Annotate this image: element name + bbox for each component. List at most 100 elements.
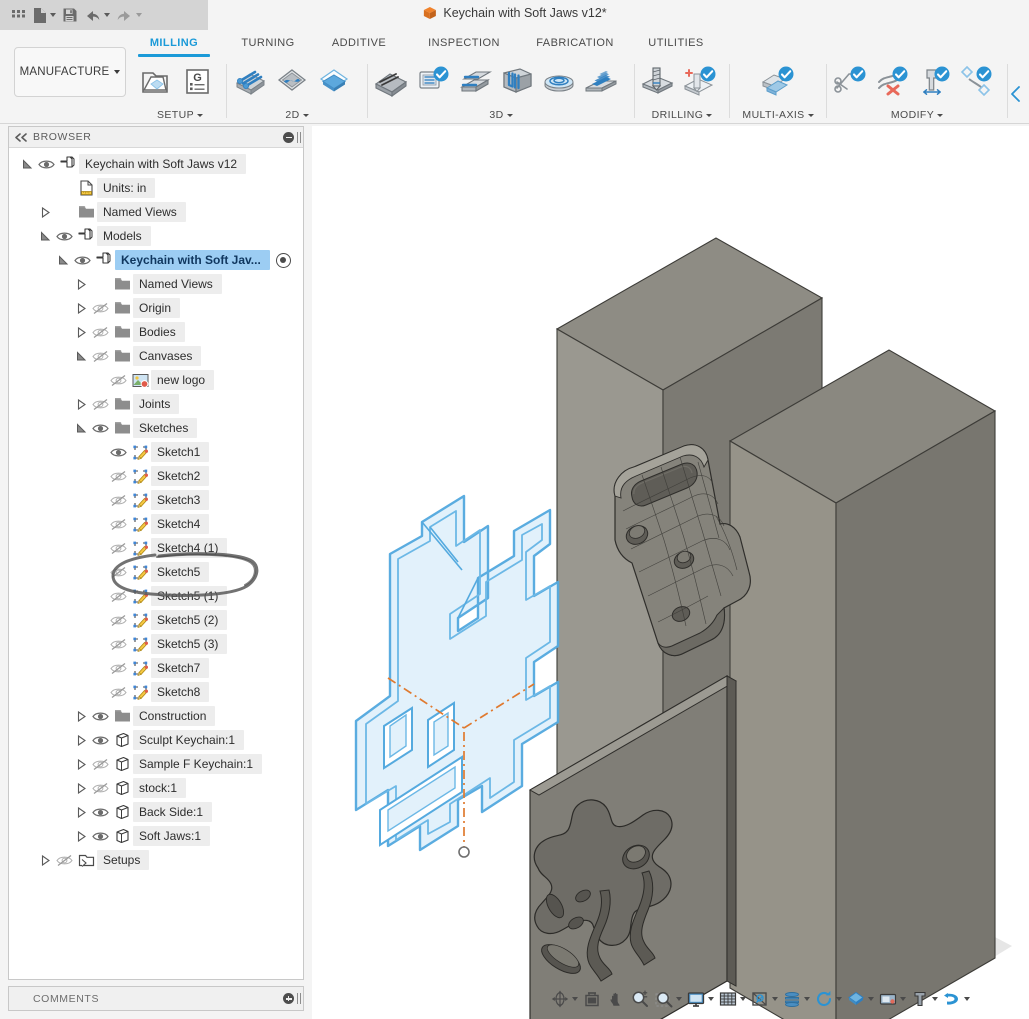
tree-node-setups[interactable]: Setups: [9, 848, 303, 872]
eye-hidden-icon[interactable]: [107, 368, 129, 392]
plus-circle-icon[interactable]: [283, 993, 294, 1004]
tree-node-construction[interactable]: Construction: [9, 704, 303, 728]
tree-node-sketch4-1[interactable]: Sketch4 (1): [9, 536, 303, 560]
tree-node-new-logo[interactable]: new logo: [9, 368, 303, 392]
tree-node-keychain-with-soft-jaws-v12[interactable]: Keychain with Soft Jaws v12: [9, 152, 303, 176]
app-grid-button[interactable]: [8, 3, 30, 27]
chevron-right-icon[interactable]: [73, 728, 89, 752]
tree-node-sketches[interactable]: Sketches: [9, 416, 303, 440]
tree-node-units-in[interactable]: Units: in: [9, 176, 303, 200]
tree-node-sketch3[interactable]: Sketch3: [9, 488, 303, 512]
eye-hidden-icon[interactable]: [107, 632, 129, 656]
save-button[interactable]: [59, 3, 81, 27]
tab-fabrication[interactable]: FABRICATION: [520, 37, 630, 49]
chevron-down-icon[interactable]: [19, 152, 35, 176]
eye-hidden-icon[interactable]: [107, 512, 129, 536]
chevron-down-icon[interactable]: [73, 344, 89, 368]
display-settings-button[interactable]: [684, 986, 716, 1012]
ribbon-group-drilling-label[interactable]: DRILLING: [637, 109, 727, 121]
tree-node-sketch7[interactable]: Sketch7: [9, 656, 303, 680]
chevron-right-icon[interactable]: [73, 752, 89, 776]
ribbon-group-2d-label[interactable]: 2D: [229, 109, 365, 121]
eye-hidden-icon[interactable]: [107, 464, 129, 488]
tree-node-sketch5-2[interactable]: Sketch5 (2): [9, 608, 303, 632]
orbit-button[interactable]: [548, 986, 580, 1012]
chevron-right-icon[interactable]: [73, 320, 89, 344]
look-at-button[interactable]: [580, 986, 604, 1012]
eye-hidden-icon[interactable]: [53, 848, 75, 872]
tree-node-bodies[interactable]: Bodies: [9, 320, 303, 344]
grip-handle-icon[interactable]: [297, 131, 301, 143]
transform-icon[interactable]: [955, 60, 997, 102]
eye-hidden-icon[interactable]: [107, 488, 129, 512]
trim-icon[interactable]: [829, 60, 871, 102]
eye-hidden-icon[interactable]: [107, 536, 129, 560]
eye-visible-icon[interactable]: [53, 224, 75, 248]
tree-node-sketch4[interactable]: Sketch4: [9, 512, 303, 536]
chevron-right-icon[interactable]: [37, 848, 53, 872]
eye-hidden-icon[interactable]: [107, 584, 129, 608]
appearance-button[interactable]: [844, 986, 876, 1012]
activate-component-radio[interactable]: [275, 252, 291, 268]
3d-viewport[interactable]: [312, 126, 1029, 1019]
refresh-button[interactable]: [812, 986, 844, 1012]
minus-circle-icon[interactable]: [283, 131, 294, 143]
grip-handle-icon[interactable]: [297, 993, 301, 1004]
face-icon[interactable]: [229, 60, 271, 102]
tree-node-sketch8[interactable]: Sketch8: [9, 680, 303, 704]
chevron-down-icon[interactable]: [73, 416, 89, 440]
eye-visible-icon[interactable]: [89, 824, 111, 848]
tree-node-sketch5-1[interactable]: Sketch5 (1): [9, 584, 303, 608]
bore-icon[interactable]: [679, 60, 721, 102]
simulation-button[interactable]: [940, 986, 972, 1012]
chevron-right-icon[interactable]: [73, 272, 89, 296]
tab-inspection[interactable]: INSPECTION: [414, 37, 514, 49]
new-file-button[interactable]: [30, 3, 59, 27]
tab-utilities[interactable]: UTILITIES: [634, 37, 718, 49]
tree-node-origin[interactable]: Origin: [9, 296, 303, 320]
tree-node-soft-jaws-1[interactable]: Soft Jaws:1: [9, 824, 303, 848]
ribbon-group-modify-label[interactable]: MODIFY: [829, 109, 1005, 121]
eye-visible-icon[interactable]: [35, 152, 57, 176]
eye-hidden-icon[interactable]: [89, 752, 111, 776]
tree-node-sample-f-keychain-1[interactable]: Sample F Keychain:1: [9, 752, 303, 776]
eye-visible-icon[interactable]: [89, 728, 111, 752]
eye-visible-icon[interactable]: [89, 800, 111, 824]
eye-hidden-icon[interactable]: [89, 320, 111, 344]
ncprogram-icon[interactable]: G: [176, 60, 218, 102]
parallel-icon[interactable]: [496, 60, 538, 102]
eye-visible-icon[interactable]: [107, 440, 129, 464]
tree-node-models[interactable]: Models: [9, 224, 303, 248]
eye-visible-icon[interactable]: [89, 416, 111, 440]
adaptive3d-icon[interactable]: [370, 60, 412, 102]
eye-hidden-icon[interactable]: [107, 608, 129, 632]
tab-turning[interactable]: TURNING: [230, 37, 306, 49]
undo-button[interactable]: [81, 3, 113, 27]
scallop-icon[interactable]: [580, 60, 622, 102]
browser-collapse-button[interactable]: [9, 127, 33, 147]
eye-hidden-icon[interactable]: [107, 656, 129, 680]
chevron-right-icon[interactable]: [37, 200, 53, 224]
tree-node-sketch5-3[interactable]: Sketch5 (3): [9, 632, 303, 656]
ribbon-group-setup-label[interactable]: SETUP: [134, 109, 226, 121]
ribbon-scroll-left-button[interactable]: [1007, 84, 1025, 106]
chevron-down-icon[interactable]: [37, 224, 53, 248]
eye-hidden-icon[interactable]: [89, 344, 111, 368]
pocket3d-icon[interactable]: [412, 60, 454, 102]
zoom-button[interactable]: [628, 986, 652, 1012]
swarf-icon[interactable]: [757, 60, 799, 102]
zoom-window-button[interactable]: [652, 986, 684, 1012]
tree-node-sketch2[interactable]: Sketch2: [9, 464, 303, 488]
tree-node-canvases[interactable]: Canvases: [9, 344, 303, 368]
eye-hidden-icon[interactable]: [89, 776, 111, 800]
chevron-right-icon[interactable]: [73, 776, 89, 800]
chevron-right-icon[interactable]: [73, 704, 89, 728]
horizontal-icon[interactable]: [454, 60, 496, 102]
tree-node-sketch5[interactable]: Sketch5: [9, 560, 303, 584]
setup-icon[interactable]: [134, 60, 176, 102]
eye-visible-icon[interactable]: [71, 248, 93, 272]
tool-library-icon[interactable]: [913, 60, 955, 102]
redo-button[interactable]: [113, 3, 145, 27]
chevron-right-icon[interactable]: [73, 392, 89, 416]
eye-hidden-icon[interactable]: [107, 560, 129, 584]
